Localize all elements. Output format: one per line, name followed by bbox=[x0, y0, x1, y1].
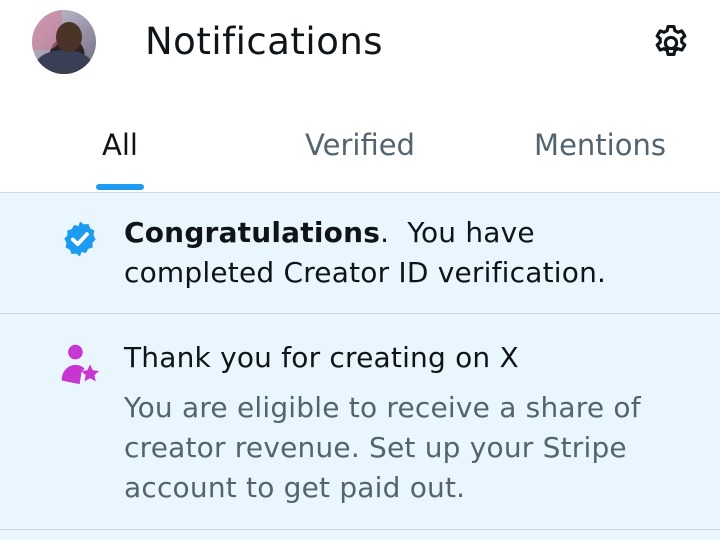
tab-all[interactable]: All bbox=[0, 108, 240, 192]
notification-list: Congratulations. You have completed Crea… bbox=[0, 193, 720, 540]
notification-item[interactable]: Congratulations. You have completed Crea… bbox=[0, 193, 720, 314]
verified-badge-icon bbox=[58, 217, 102, 261]
tab-label: Mentions bbox=[534, 128, 666, 162]
tab-bar: All Verified Mentions bbox=[0, 108, 720, 192]
tab-mentions[interactable]: Mentions bbox=[480, 108, 720, 192]
settings-button[interactable] bbox=[648, 20, 694, 66]
active-tab-indicator bbox=[96, 184, 144, 190]
notification-title: Thank you for creating on X bbox=[124, 341, 519, 374]
notifications-page: Notifications All Verified Mentions Cong… bbox=[0, 0, 720, 540]
tab-verified[interactable]: Verified bbox=[240, 108, 480, 192]
avatar[interactable] bbox=[32, 10, 96, 74]
notification-body: You are eligible to receive a share of c… bbox=[124, 391, 641, 504]
notification-bold-text: Congratulations bbox=[124, 216, 381, 249]
notification-item[interactable]: Thank you for creating on X You are elig… bbox=[0, 314, 720, 530]
notification-text: Congratulations. You have completed Crea… bbox=[124, 213, 694, 293]
tab-label: All bbox=[102, 128, 138, 162]
header: Notifications bbox=[0, 0, 720, 92]
gear-icon bbox=[655, 24, 687, 56]
page-title: Notifications bbox=[145, 20, 384, 63]
tab-label: Verified bbox=[305, 128, 415, 162]
creator-person-star-icon bbox=[58, 342, 102, 386]
